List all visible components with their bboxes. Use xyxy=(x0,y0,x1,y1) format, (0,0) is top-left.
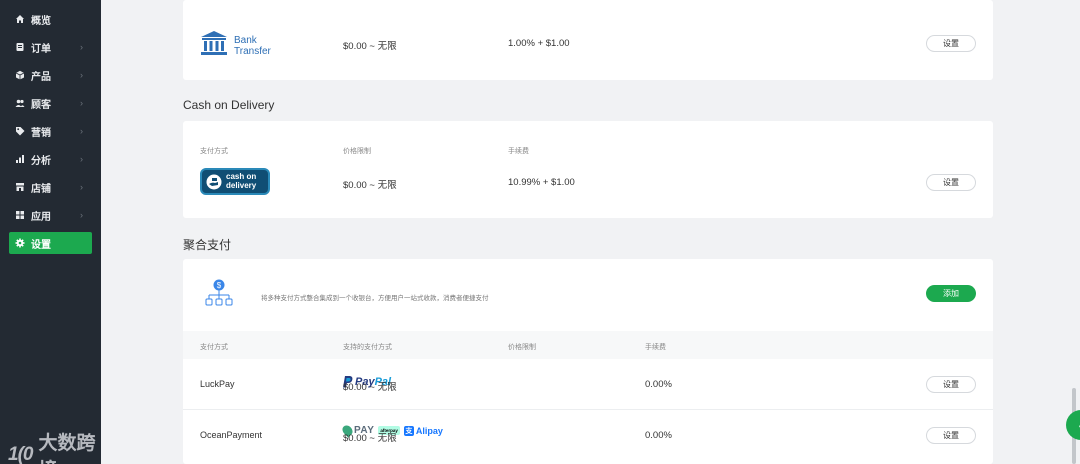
cod-settings-button[interactable]: 设置 xyxy=(926,174,976,191)
header-fee: 手续费 xyxy=(508,148,529,155)
sidebar-item-customers[interactable]: 顾客 › xyxy=(9,92,92,114)
sidebar-item-label: 订单 xyxy=(31,43,51,55)
row-name: LuckPay xyxy=(200,379,235,389)
tag-icon xyxy=(15,126,25,136)
aggregate-description: 将多种支付方式整合集成到一个收银台，方便用户一站式收款，消费者便捷支付 xyxy=(261,295,489,302)
sidebar-item-settings[interactable]: 设置 xyxy=(9,232,92,254)
aggregate-table-header: 支付方式 支持的支付方式 价格限制 手续费 xyxy=(183,331,993,359)
sidebar-item-label: 店铺 xyxy=(31,183,51,195)
bank-transfer-settings-button[interactable]: 设置 xyxy=(926,35,976,52)
header-method: 支付方式 xyxy=(200,148,228,155)
watermark: 1(0 大数跨境 xyxy=(8,428,101,464)
header-limit: 价格限制 xyxy=(508,344,536,351)
row-fee: 0.00% xyxy=(645,430,672,441)
customers-icon xyxy=(15,98,25,108)
sidebar-item-apps[interactable]: 应用 › xyxy=(9,204,92,226)
row-range: $0.00 ~ 无限 xyxy=(343,433,397,444)
alipay-icon: 支 xyxy=(403,425,414,436)
sidebar-item-analytics[interactable]: 分析 › xyxy=(9,148,92,170)
header-fee: 手续费 xyxy=(645,344,666,351)
chevron-right-icon: › xyxy=(80,154,83,164)
chevron-right-icon: › xyxy=(80,70,83,80)
cod-fee: 10.99% + $1.00 xyxy=(508,177,575,188)
bank-icon xyxy=(200,30,228,61)
row-range: $0.00 ~ 无限 xyxy=(343,382,397,393)
order-icon xyxy=(15,42,25,52)
sidebar-item-store[interactable]: 店铺 › xyxy=(9,176,92,198)
apps-grid-icon xyxy=(15,210,25,220)
sidebar-item-label: 概览 xyxy=(31,15,51,27)
bank-transfer-range: $0.00 ~ 无限 xyxy=(343,41,397,52)
bank-logo-line2: Transfer xyxy=(234,45,271,57)
cod-card: 支付方式 价格限制 手续费 cash on delivery $0.00 ~ 无… xyxy=(183,121,993,218)
sidebar-item-orders[interactable]: 订单 › xyxy=(9,36,92,58)
chevron-right-icon: › xyxy=(80,42,83,52)
sidebar-item-marketing[interactable]: 营销 › xyxy=(9,120,92,142)
home-icon xyxy=(15,14,25,24)
cod-range: $0.00 ~ 无限 xyxy=(343,180,397,191)
table-row: LuckPay Pay Pal $0.00 ~ 无限 0.00% 设置 xyxy=(183,359,993,409)
oceanpayment-settings-button[interactable]: 设置 xyxy=(926,427,976,444)
header-supported: 支持的支付方式 xyxy=(343,344,392,351)
sidebar-item-label: 营销 xyxy=(31,127,51,139)
sidebar-item-label: 应用 xyxy=(31,211,51,223)
watermark-text: 大数跨境 xyxy=(38,433,96,464)
bank-transfer-card: Bank Transfer $0.00 ~ 无限 1.00% + $1.00 设… xyxy=(183,0,993,80)
sidebar-item-label: 设置 xyxy=(31,239,51,251)
svg-text:$: $ xyxy=(217,281,222,290)
header-limit: 价格限制 xyxy=(343,148,371,155)
sidebar: 概览 订单 › 产品 › 顾客 › 营销 › 分析 › 店铺 › 应用 › 设置… xyxy=(0,0,101,464)
aggregate-network-icon: $ xyxy=(204,279,234,314)
row-fee: 0.00% xyxy=(645,379,672,390)
bank-transfer-fee: 1.00% + $1.00 xyxy=(508,38,570,49)
cod-hand-icon xyxy=(206,174,222,190)
chevron-right-icon: › xyxy=(80,210,83,220)
product-box-icon xyxy=(15,70,25,80)
bank-logo-line1: Bank xyxy=(234,34,257,46)
sidebar-item-label: 分析 xyxy=(31,155,51,167)
bank-transfer-logo: Bank Transfer xyxy=(200,30,271,61)
row-name: OceanPayment xyxy=(200,430,263,440)
sidebar-item-overview[interactable]: 概览 xyxy=(9,8,92,30)
main-content: Bank Transfer $0.00 ~ 无限 1.00% + $1.00 设… xyxy=(101,0,1080,464)
table-row: OceanPayment PAY afterpay 支 Alipay $0.00 … xyxy=(183,410,993,460)
sidebar-item-label: 顾客 xyxy=(31,99,51,111)
chevron-right-icon: › xyxy=(80,126,83,136)
cod-logo-line2: delivery xyxy=(226,180,257,190)
aggregate-section-title: 聚合支付 xyxy=(183,238,232,252)
sidebar-item-label: 产品 xyxy=(31,71,51,83)
gear-icon xyxy=(15,238,25,248)
alipay-text: Alipay xyxy=(415,425,443,436)
alipay-logo: 支 Alipay xyxy=(403,425,443,436)
watermark-logo: 1(0 xyxy=(8,444,33,464)
store-icon xyxy=(15,182,25,192)
chevron-right-icon: › xyxy=(80,98,83,108)
sidebar-item-products[interactable]: 产品 › xyxy=(9,64,92,86)
aggregate-card: $ 将多种支付方式整合集成到一个收银台，方便用户一站式收款，消费者便捷支付 添加… xyxy=(183,259,993,464)
header-method: 支付方式 xyxy=(200,344,228,351)
cod-logo: cash on delivery xyxy=(200,168,270,195)
chevron-right-icon: › xyxy=(80,182,83,192)
luckpay-settings-button[interactable]: 设置 xyxy=(926,376,976,393)
add-aggregate-button[interactable]: 添加 xyxy=(926,285,976,302)
bar-chart-icon xyxy=(15,154,25,164)
cod-section-title: Cash on Delivery xyxy=(183,98,275,112)
